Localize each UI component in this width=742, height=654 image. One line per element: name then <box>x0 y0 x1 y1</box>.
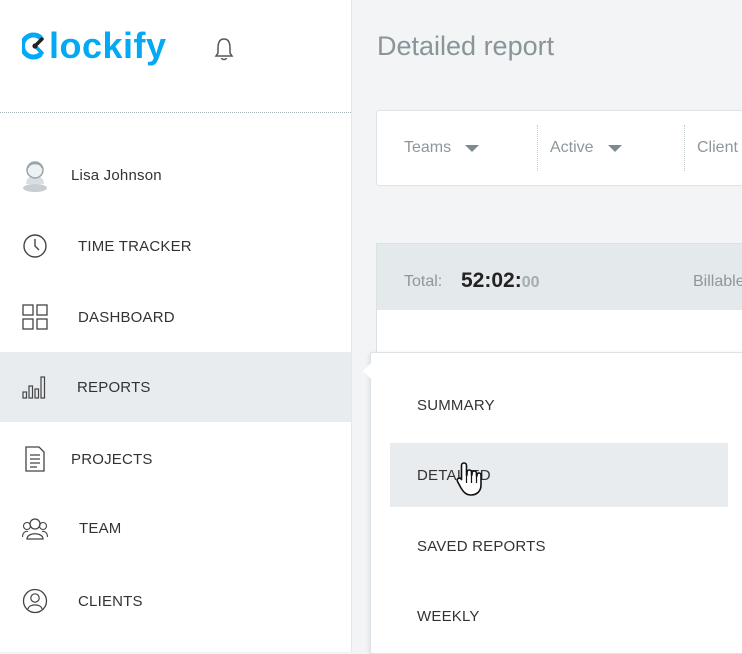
sidebar-item-label: PROJECTS <box>71 450 153 468</box>
filter-bar: Teams Active Client <box>376 110 742 186</box>
document-icon <box>25 446 45 472</box>
team-icon <box>22 518 48 540</box>
sidebar: lockify Lisa Johnson TIME TRACKER DASHBO… <box>0 0 352 652</box>
page-title: Detailed report <box>377 31 555 61</box>
sidebar-item-clients[interactable]: CLIENTS <box>0 566 351 636</box>
sidebar-item-label: TIME TRACKER <box>78 237 192 255</box>
reports-dropdown-menu: SUMMARY DETAILED SAVED REPORTS WEEKLY <box>363 352 742 654</box>
menu-item-summary[interactable]: SUMMARY <box>390 373 728 437</box>
filter-client[interactable]: Client <box>697 111 738 185</box>
totals-bar: Total: 52:02:00 Billable <box>376 243 742 311</box>
dashboard-grid-icon <box>22 304 48 330</box>
user-avatar-icon <box>23 161 47 192</box>
sidebar-item-time-tracker[interactable]: TIME TRACKER <box>0 211 351 281</box>
sidebar-item-label: DASHBOARD <box>78 308 175 326</box>
sidebar-item-dashboard[interactable]: DASHBOARD <box>0 282 351 352</box>
clockify-logo-mark-icon <box>22 32 44 60</box>
billable-label: Billable <box>693 273 742 290</box>
bar-chart-icon <box>22 376 46 399</box>
filter-separator <box>537 125 538 171</box>
totals-value-main: 52:02: <box>461 269 522 292</box>
hand-cursor-icon <box>456 462 482 496</box>
menu-item-saved-reports[interactable]: SAVED REPORTS <box>390 514 728 578</box>
filter-active[interactable]: Active <box>550 111 622 185</box>
sidebar-divider <box>0 112 351 113</box>
sidebar-item-reports[interactable]: REPORTS <box>0 352 351 422</box>
filter-label: Active <box>550 139 594 156</box>
menu-item-label: SAVED REPORTS <box>417 537 546 555</box>
filter-label: Client <box>697 139 738 156</box>
client-icon <box>22 588 48 614</box>
sidebar-item-team[interactable]: TEAM <box>0 493 351 563</box>
filter-label: Teams <box>404 139 452 156</box>
user-name: Lisa Johnson <box>71 166 162 184</box>
logo-text: lockify <box>49 25 167 66</box>
sidebar-item-label: TEAM <box>79 519 122 537</box>
sidebar-item-label: REPORTS <box>77 378 151 396</box>
sidebar-item-label: CLIENTS <box>78 592 143 610</box>
bell-icon[interactable] <box>213 36 235 62</box>
caret-down-icon <box>465 144 480 152</box>
menu-item-label: SUMMARY <box>417 396 495 414</box>
sidebar-item-projects[interactable]: PROJECTS <box>0 424 351 494</box>
caret-down-icon <box>607 144 622 152</box>
clock-icon <box>23 234 47 258</box>
clockify-logo[interactable]: lockify <box>22 24 167 68</box>
user-profile[interactable]: Lisa Johnson <box>0 140 351 210</box>
totals-label: Total: <box>404 273 443 290</box>
menu-item-weekly[interactable]: WEEKLY <box>390 584 728 648</box>
totals-value: 52:02:00 <box>461 269 540 293</box>
menu-item-label: WEEKLY <box>417 607 480 625</box>
filter-teams[interactable]: Teams <box>404 111 480 185</box>
totals-value-seconds: 00 <box>521 274 540 291</box>
filter-separator <box>684 125 685 171</box>
dropdown-pointer <box>363 363 371 379</box>
menu-item-detailed[interactable]: DETAILED <box>390 443 728 507</box>
